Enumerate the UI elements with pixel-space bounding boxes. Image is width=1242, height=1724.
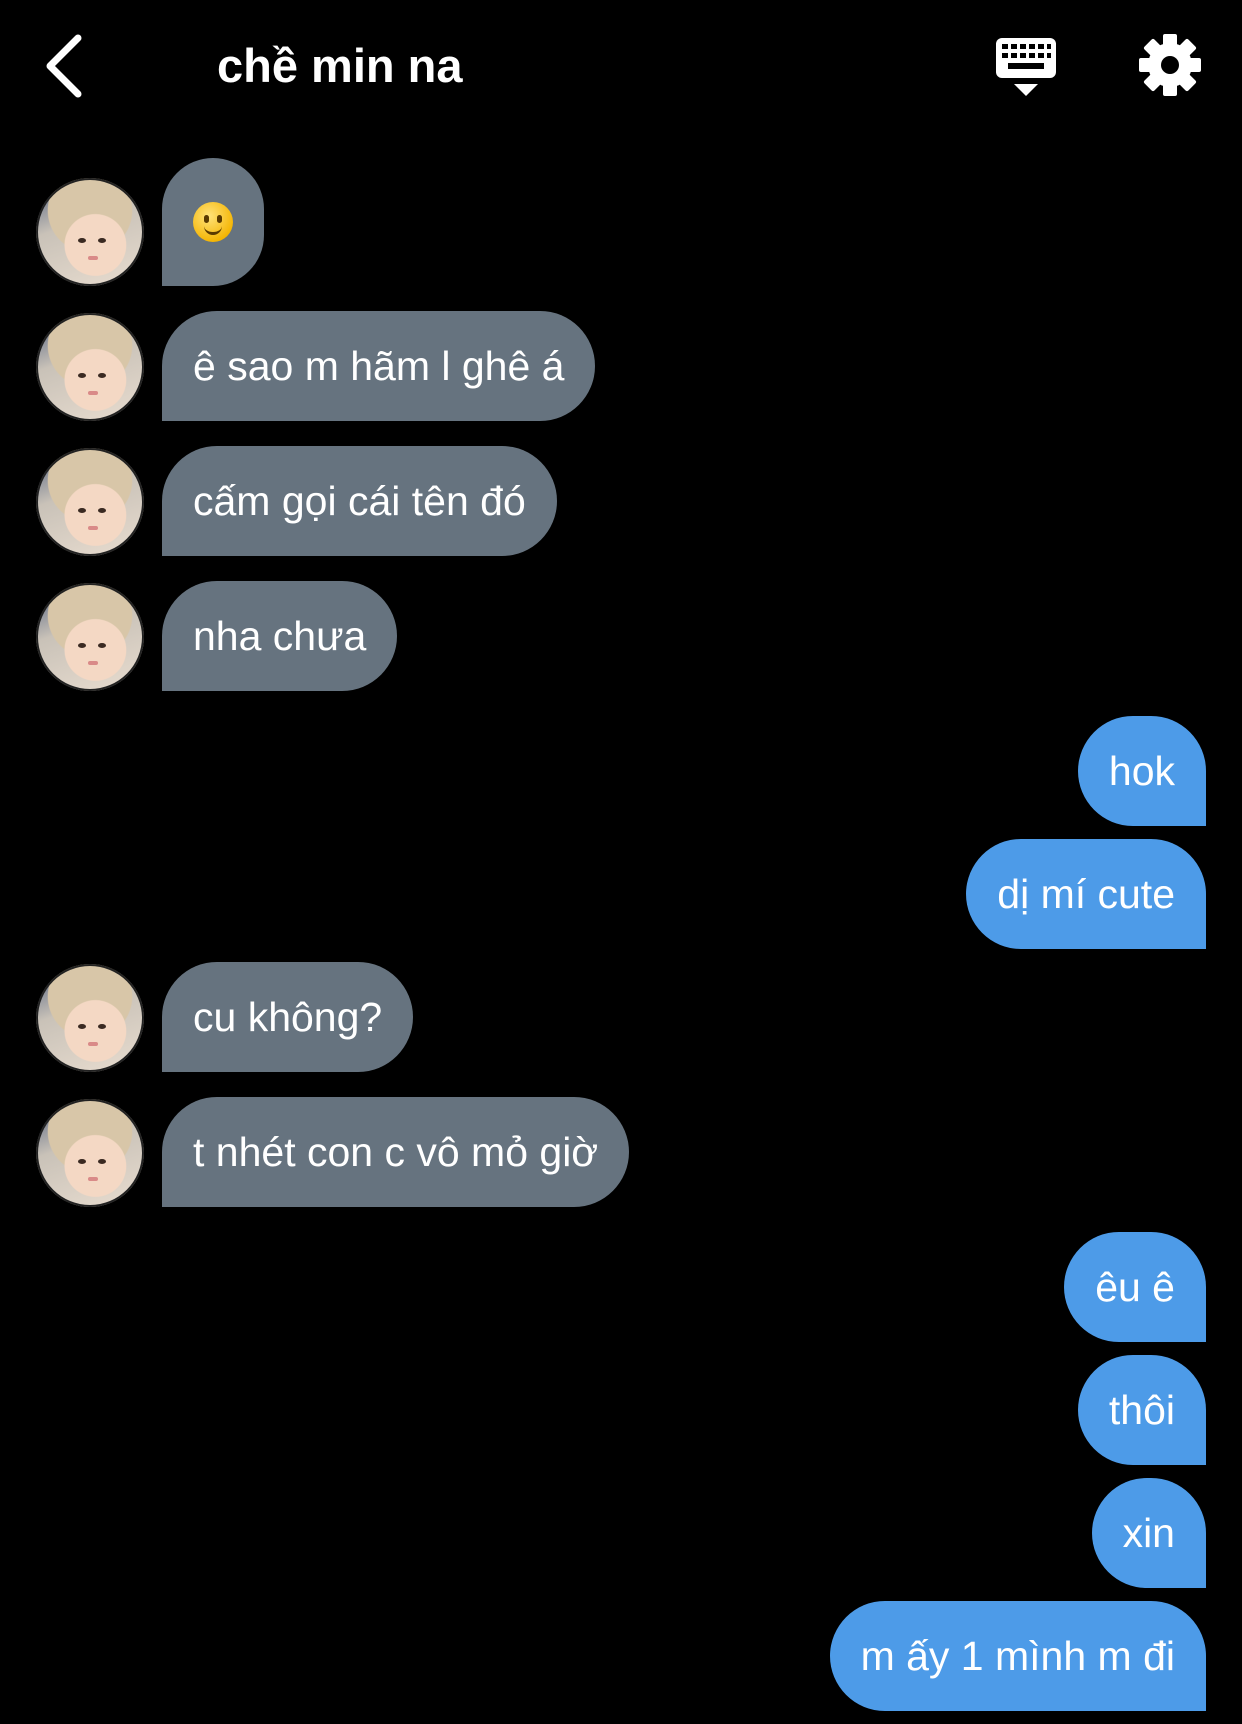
avatar[interactable]: [36, 313, 144, 421]
avatar[interactable]: [36, 178, 144, 286]
avatar[interactable]: [36, 583, 144, 691]
message-bubble[interactable]: cấm gọi cái tên đó: [162, 446, 557, 556]
slightly-smiling-face-icon: [193, 202, 233, 243]
message-bubble[interactable]: ê sao m hãm l ghê á: [162, 311, 596, 421]
message-bubble[interactable]: thôi: [1077, 1355, 1206, 1465]
chevron-left-icon[interactable]: [40, 30, 100, 100]
avatar[interactable]: [36, 448, 144, 556]
chat-header: chề min na: [0, 0, 1242, 135]
message-bubble[interactable]: xin: [1091, 1478, 1206, 1588]
message-bubble[interactable]: hok: [1077, 716, 1206, 826]
keyboard-icon[interactable]: [994, 36, 1058, 100]
message-bubble[interactable]: dị mí cute: [966, 839, 1206, 949]
gear-icon[interactable]: [1138, 33, 1202, 97]
avatar[interactable]: [36, 1099, 144, 1207]
avatar[interactable]: [36, 964, 144, 1072]
message-bubble[interactable]: t nhét con c vô mỏ giờ: [162, 1097, 630, 1207]
conversation-title: chề min na: [217, 39, 463, 92]
message-bubble[interactable]: êu ê: [1064, 1232, 1206, 1342]
message-bubble[interactable]: m ấy 1 mình m đi: [829, 1601, 1206, 1711]
message-bubble[interactable]: [162, 158, 264, 286]
message-bubble[interactable]: cu không?: [162, 962, 414, 1072]
message-bubble[interactable]: nha chưa: [162, 581, 398, 691]
